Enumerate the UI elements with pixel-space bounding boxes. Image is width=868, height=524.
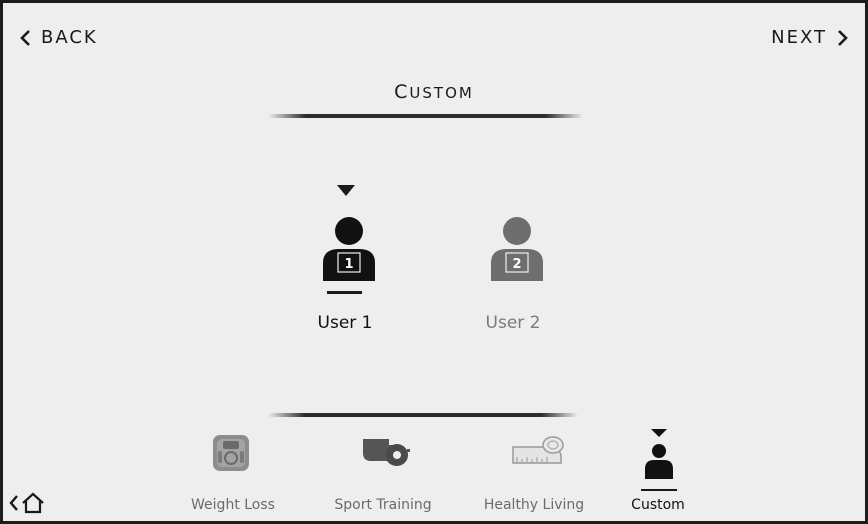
- screen: BACK NEXT CUSTOM 1 User 1 2 User 2 Weigh…: [3, 3, 865, 521]
- user-2-avatar-icon: 2: [491, 217, 543, 281]
- user-2-option[interactable]: 2 User 2: [473, 185, 573, 345]
- user-2-badge-number: 2: [512, 257, 521, 272]
- next-label: NEXT: [771, 27, 827, 48]
- user-1-avatar-icon: 1: [323, 217, 375, 281]
- page-title: CUSTOM: [3, 81, 865, 103]
- back-label: BACK: [41, 27, 98, 48]
- scale-icon: [213, 435, 249, 471]
- selected-caret-icon: [337, 185, 355, 196]
- user-icon: [645, 429, 673, 479]
- tab-sport-training[interactable]: Sport Training: [321, 423, 445, 521]
- tab-custom[interactable]: Custom: [623, 423, 693, 521]
- tab-custom-underline: [641, 489, 677, 491]
- user-1-underline: [327, 291, 362, 294]
- chevron-left-icon: [20, 29, 30, 46]
- tab-weight-loss[interactable]: Weight Loss: [173, 423, 293, 521]
- user-1-option[interactable]: 1 User 1: [305, 185, 405, 345]
- tab-healthy-living-label: Healthy Living: [483, 497, 585, 513]
- chevron-right-icon: [838, 29, 848, 46]
- user-1-label: User 1: [317, 313, 373, 333]
- tab-healthy-living[interactable]: Healthy Living: [473, 423, 595, 521]
- tape-measure-icon: [512, 436, 564, 464]
- tab-sport-training-label: Sport Training: [334, 497, 432, 513]
- user-2-label: User 2: [485, 313, 541, 333]
- home-icon: [22, 492, 44, 514]
- tab-custom-label: Custom: [631, 497, 685, 513]
- home-button[interactable]: [9, 492, 45, 514]
- whistle-icon: [363, 439, 410, 466]
- tab-weight-loss-label: Weight Loss: [191, 497, 275, 513]
- user-1-badge-number: 1: [344, 257, 353, 272]
- divider-bottom: [268, 413, 578, 417]
- next-button[interactable]: NEXT: [771, 27, 849, 48]
- divider-top: [268, 114, 583, 118]
- chevron-left-icon: [9, 495, 18, 511]
- page-title-initial: C: [394, 81, 410, 103]
- back-button[interactable]: BACK: [19, 27, 98, 48]
- page-title-rest: USTOM: [409, 84, 474, 102]
